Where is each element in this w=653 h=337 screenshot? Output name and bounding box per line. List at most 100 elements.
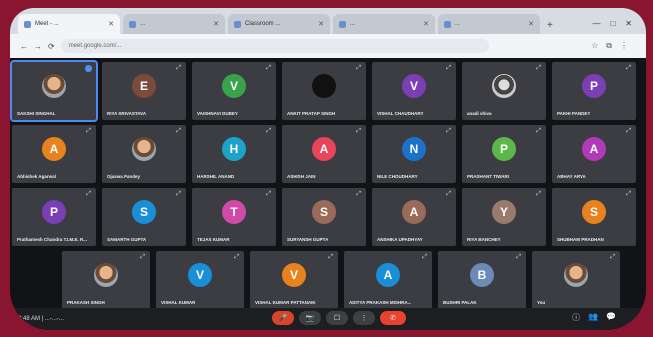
new-tab-button[interactable]: +	[543, 20, 557, 34]
pin-icon[interactable]: ⤢	[140, 254, 145, 261]
participant-tile[interactable]: ⤢ V VAISHNAVI DUBEY	[192, 62, 276, 120]
people-icon[interactable]: 👥	[588, 312, 598, 323]
pin-icon[interactable]: ⤢	[356, 65, 361, 72]
pin-icon[interactable]: ⤢	[446, 128, 451, 135]
pin-icon[interactable]: ⤢	[176, 128, 181, 135]
participant-tile[interactable]: ⤢ E RIYA SRIVASTAVA	[102, 62, 186, 120]
participant-tile[interactable]: ... SAKSHI SINGHAL	[10, 60, 98, 122]
participant-tile[interactable]: ⤢ P PRASHANT TIWARI	[462, 125, 546, 183]
participant-tile[interactable]: ⤢ A ASHISH JAIN	[282, 125, 366, 183]
participant-tile[interactable]: ⤢ H HARSHIL ANAND	[192, 125, 276, 183]
more-options-button[interactable]: ⋮	[353, 311, 375, 325]
participant-avatar	[42, 74, 66, 98]
participant-tile[interactable]: ⤢ A ABHAY ARYA	[552, 125, 636, 183]
participant-tile[interactable]: ⤢ Ojaswa Pandey	[102, 125, 186, 183]
minimize-button[interactable]: —	[592, 19, 600, 28]
extensions-icon[interactable]: ⧉	[606, 41, 612, 51]
participant-name: RIYA SRIVASTAVA	[107, 111, 147, 116]
browser-tab[interactable]: ... ✕	[123, 14, 225, 34]
mic-toggle-button[interactable]: 🎤	[272, 311, 294, 325]
pin-icon[interactable]: ⤢	[356, 191, 361, 198]
chat-icon[interactable]: 💬	[606, 312, 616, 323]
participant-tile[interactable]: ⤢ V VISHAL KUMAR	[156, 251, 244, 309]
pin-icon[interactable]: ⤢	[176, 191, 181, 198]
browser-tab-bar: Meet - ... ✕ ... ✕ Classroom ... ✕ ... ✕ ...…	[10, 8, 646, 34]
tab-close-icon[interactable]: ✕	[318, 20, 324, 28]
pin-icon[interactable]: ⤢	[626, 128, 631, 135]
pin-icon[interactable]: ⤢	[86, 191, 91, 198]
tab-close-icon[interactable]: ✕	[108, 20, 114, 28]
tab-close-icon[interactable]: ✕	[528, 20, 534, 28]
participant-avatar: Y	[492, 200, 516, 224]
forward-arrow-icon[interactable]: →	[34, 42, 42, 51]
participant-row: ... SAKSHI SINGHAL ⤢ E RIYA SRIVASTAVA ⤢ V VAIS…	[10, 60, 642, 122]
browser-tab[interactable]: Classroom ... ✕	[228, 14, 330, 34]
participant-avatar: A	[402, 200, 426, 224]
pin-icon[interactable]: ⤢	[446, 65, 451, 72]
participant-avatar: A	[42, 137, 66, 161]
participant-tile[interactable]: ⤢ B BUSHRI PALAK	[438, 251, 526, 309]
participant-tile[interactable]: ⤢ PRAKASH SINGH	[62, 251, 150, 309]
participant-name: anadi shiva	[467, 111, 492, 116]
participant-tile[interactable]: ⤢ N NILE CHOUDHARY	[372, 125, 456, 183]
speaking-indicator-icon: ...	[84, 65, 92, 72]
participant-tile[interactable]: ⤢ T TEJAS KUMAR	[192, 188, 276, 246]
call-controls: 🎤 📷 ☐ ⋮ ✆	[272, 311, 406, 325]
pin-icon[interactable]: ⤢	[266, 65, 271, 72]
pin-icon[interactable]: ⤢	[446, 191, 451, 198]
pin-icon[interactable]: ⤢	[356, 128, 361, 135]
participant-avatar: B	[470, 263, 494, 287]
browser-tab[interactable]: ... ✕	[333, 14, 435, 34]
url-input[interactable]: meet.google.com/...	[60, 39, 489, 53]
participant-tile[interactable]: ⤢ V VISHAL CHAUDHARY	[372, 62, 456, 120]
camera-toggle-button[interactable]: 📷	[299, 311, 321, 325]
participant-avatar	[492, 74, 516, 98]
pin-icon[interactable]: ⤢	[516, 254, 521, 261]
participant-name: HARSHIL ANAND	[197, 174, 235, 179]
participant-name: ANKIT PRATAP SINGH	[287, 111, 336, 116]
pin-icon[interactable]: ⤢	[266, 191, 271, 198]
participant-tile[interactable]: ⤢ You	[532, 251, 620, 309]
menu-dots-icon[interactable]: ⋮	[620, 41, 628, 51]
browser-toolbar-icons: ☆ ⧉ ⋮	[591, 41, 646, 51]
pin-icon[interactable]: ⤢	[536, 65, 541, 72]
participant-tile[interactable]: ⤢ A ANSHIKA UPADHYAY	[372, 188, 456, 246]
participant-tile[interactable]: ⤢ A ADITYA PRAKASH MISHRA...	[344, 251, 432, 309]
pin-icon[interactable]: ⤢	[536, 128, 541, 135]
back-arrow-icon[interactable]: ←	[20, 42, 28, 51]
bookmark-star-icon[interactable]: ☆	[591, 41, 598, 51]
browser-tab[interactable]: ... ✕	[438, 14, 540, 34]
participant-tile[interactable]: ⤢ anadi shiva	[462, 62, 546, 120]
reload-icon[interactable]: ⟳	[48, 42, 55, 51]
pin-icon[interactable]: ⤢	[626, 65, 631, 72]
tab-close-icon[interactable]: ✕	[213, 20, 219, 28]
maximize-button[interactable]: □	[610, 19, 615, 28]
info-icon[interactable]: ⓘ	[572, 312, 580, 323]
pin-icon[interactable]: ⤢	[266, 128, 271, 135]
participant-tile[interactable]: ⤢ S SAMARTH GUPTA	[102, 188, 186, 246]
participant-avatar: P	[42, 200, 66, 224]
participant-tile[interactable]: ⤢ P PAKHI PANDEY	[552, 62, 636, 120]
pin-icon[interactable]: ⤢	[176, 65, 181, 72]
tab-close-icon[interactable]: ✕	[423, 20, 429, 28]
participant-tile[interactable]: ⤢ S SURYANSH GUPTA	[282, 188, 366, 246]
leave-call-button[interactable]: ✆	[380, 311, 406, 325]
pin-icon[interactable]: ⤢	[328, 254, 333, 261]
participant-tile[interactable]: ⤢ S SHUBHAM PRADHAN	[552, 188, 636, 246]
pin-icon[interactable]: ⤢	[422, 254, 427, 261]
participant-tile[interactable]: ⤢ V VISHAL KUMAR PATTANAIK	[250, 251, 338, 309]
close-window-button[interactable]: ✕	[625, 19, 632, 28]
participant-tile[interactable]: ⤢ ANKIT PRATAP SINGH	[282, 62, 366, 120]
pin-icon[interactable]: ⤢	[610, 254, 615, 261]
present-button[interactable]: ☐	[326, 311, 348, 325]
pin-icon[interactable]: ⤢	[86, 128, 91, 135]
pin-icon[interactable]: ⤢	[626, 191, 631, 198]
participant-avatar: V	[188, 263, 212, 287]
pin-icon[interactable]: ⤢	[234, 254, 239, 261]
participant-tile[interactable]: ⤢ Y RIYA BANCHEY	[462, 188, 546, 246]
participant-tile[interactable]: ⤢ P Prathamesh Chandra T.I.M.E. R...	[12, 188, 96, 246]
browser-tab[interactable]: Meet - ... ✕	[18, 14, 120, 34]
participant-avatar: P	[582, 74, 606, 98]
pin-icon[interactable]: ⤢	[536, 191, 541, 198]
participant-tile[interactable]: ⤢ A Abhishek Agarwal	[12, 125, 96, 183]
